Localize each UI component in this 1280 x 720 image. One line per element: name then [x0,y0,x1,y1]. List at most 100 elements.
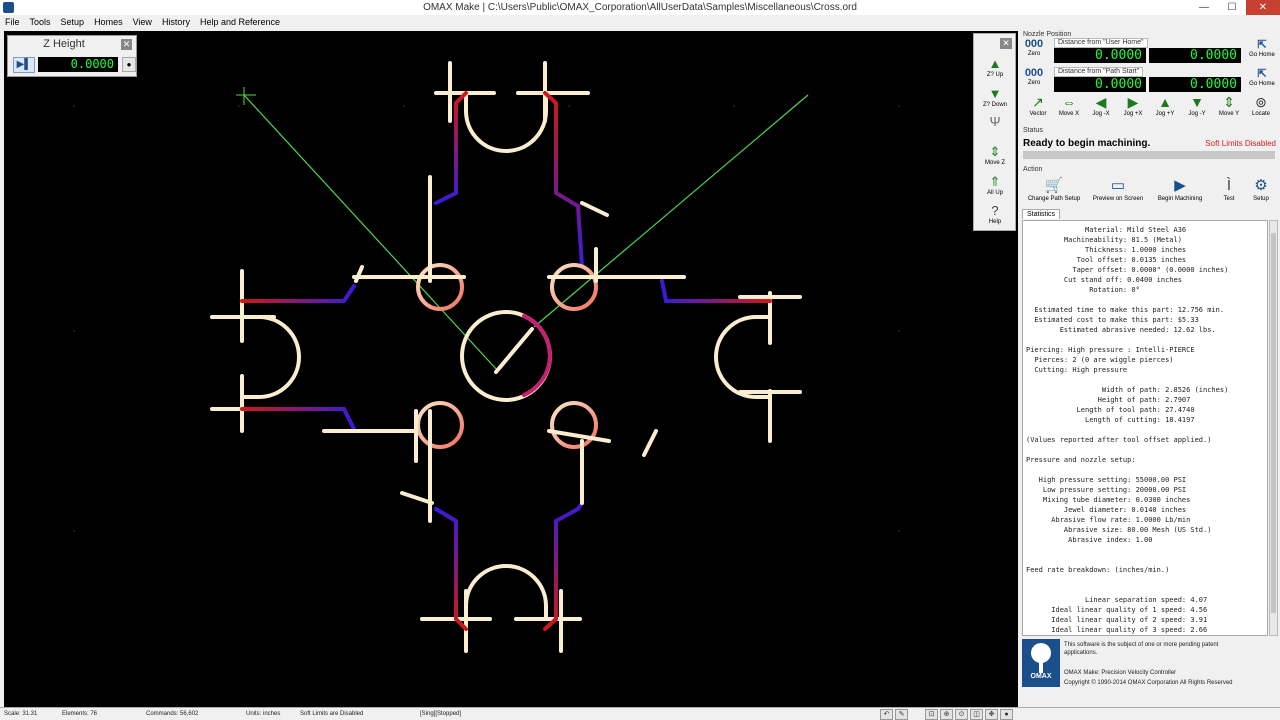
statistics-line [1026,295,1264,305]
statistics-line: Piercing: High pressure : Intelli-PIERCE [1026,346,1195,354]
statistics-line [1026,575,1264,585]
nozzle-position-title: Nozzle Position [1023,31,1072,38]
pan-icon[interactable]: ✥ [985,709,998,720]
go-start-icon: ⇱ [1257,68,1267,80]
tab-bar: Statistics [1022,209,1061,219]
z-more-button[interactable]: ● [122,57,136,72]
change-path-setup-button[interactable]: 🛒 Change Path Setup [1022,177,1086,205]
menu-setup[interactable]: Setup [56,15,90,29]
z-toolbar: ✕ ▲ Z? Up ▼ Z? Down Ψ ⇕ Move Z ⇑ All Up ? Hel… [973,33,1016,231]
zoom-icon[interactable]: ⊙ [955,709,968,720]
arrow-up-icon: ▲ [988,56,1002,71]
statistics-line: Ideal linear quality of 3 speed: 2.66 [1026,626,1208,634]
user-home-x-readout: 0.0000 [1054,48,1146,63]
app-icon [3,2,14,13]
vector-button[interactable]: ↗ Vector [1023,95,1053,120]
zero-user-home-button[interactable]: 000 Zero [1023,38,1045,60]
zoom-in-icon[interactable]: ⊕ [940,709,953,720]
minimize-button[interactable]: — [1190,0,1218,15]
menu-file[interactable]: File [0,15,25,29]
user-home-y-readout: 0.0000 [1149,48,1241,63]
preview-on-screen-button[interactable]: ▭ Preview on Screen [1086,177,1150,205]
pen-icon[interactable]: ✎ [895,709,908,720]
z-height-title: Z Height [43,38,85,50]
menu-homes[interactable]: Homes [89,15,128,29]
menu-tools[interactable]: Tools [25,15,56,29]
locate-button[interactable]: ⊚ Locate [1246,95,1276,120]
statistics-line [1026,555,1264,565]
status-title: Status [1023,127,1043,134]
test-icon: Ì [1226,177,1232,194]
statistics-line [1026,545,1264,555]
locate-icon: ⊚ [1255,94,1267,110]
arrow-left-icon: ◀ [1095,94,1107,110]
zero-path-start-button[interactable]: 000 Zero [1023,67,1045,89]
go-start-button[interactable]: ⇱ Go Home [1248,68,1276,90]
menu-history[interactable]: History [157,15,195,29]
move-z-button[interactable]: ⇕ Move Z [979,144,1011,170]
z-height-value: 0.0000 [38,57,118,72]
toolbar-close-icon[interactable]: ✕ [1000,38,1012,49]
status-bar: Scale: 31.31 Elements: 76 Commands: 56,6… [0,707,1280,720]
move-z-icon: ⇕ [989,144,1001,159]
path-start-x-readout: 0.0000 [1054,77,1146,92]
zoom-fit-icon[interactable]: ⊡ [925,709,938,720]
statistics-scrollbar[interactable] [1269,220,1278,636]
setup-button[interactable]: ⚙ Setup [1246,177,1276,205]
statistics-line: Mixing tube diameter: 0.0300 inches [1026,496,1191,504]
statistics-line [1026,375,1264,385]
jog-minus-y-button[interactable]: ▼ Jog -Y [1182,95,1212,120]
zoom-extents-icon[interactable]: ◫ [970,709,983,720]
statistics-line: Estimated abrasive needed: 12.62 lbs. [1026,326,1216,334]
statistics-line: Tool offset: 0.0135 inches [1026,256,1187,264]
help-button[interactable]: ? Help [979,203,1011,229]
statistics-line: Material: Mild Steel A36 [1026,226,1187,234]
user-home-label: Distance from "User Home" [1054,38,1148,48]
play-icon: ▶ [1174,177,1186,194]
statistics-line: Pierces: 2 (0 are wiggle pierces) [1026,356,1174,364]
statistics-line: Ideal linear quality of 2 speed: 3.91 [1026,616,1208,624]
z-panel-close-icon[interactable]: ✕ [121,39,132,50]
z-down-button[interactable]: ▼ Z? Down [979,86,1011,112]
close-button[interactable]: ✕ [1246,0,1280,15]
move-y-button[interactable]: ⇕ Move Y [1214,95,1244,120]
z-jog-button[interactable]: ▶▌ [13,57,35,73]
soft-limits-indicator: Soft Limits Disabled [1205,139,1276,148]
jog-plus-x-button[interactable]: ▶ Jog +X [1118,95,1148,120]
jog-plus-y-button[interactable]: ▲ Jog +Y [1150,95,1180,120]
statistics-line: Abrasive index: 1.00 [1026,536,1153,544]
statistics-line: Feed rate breakdown: (inches/min.) [1026,566,1170,574]
cart-icon: 🛒 [1044,177,1064,194]
arrow-down-icon: ▼ [988,86,1002,101]
test-button[interactable]: Ì Test [1214,177,1244,205]
statistics-line: Machineability: 81.5 (Metal) [1026,236,1182,244]
move-x-button[interactable]: ⇔ Move X [1054,95,1084,120]
z-up-button[interactable]: ▲ Z? Up [979,56,1011,82]
mode-status: [Sing][Stopped] [420,711,462,717]
statistics-line: (Values reported after tool offset appli… [1026,436,1212,444]
nozzle-button[interactable]: Ψ [979,114,1011,140]
scrollbar-thumb[interactable] [1271,233,1276,613]
statistics-line: Width of path: 2.8526 (inches) [1026,386,1229,394]
statistics-line: Rotation: 0° [1026,286,1140,294]
maximize-button[interactable]: ☐ [1218,0,1246,15]
toolpath-canvas[interactable] [4,31,1018,707]
undo-icon[interactable]: ↶ [880,709,893,720]
product-name: OMAX Make: Precision Velocity Controller [1064,670,1177,676]
soft-limits-status: Soft Limits are Disabled [300,711,364,717]
jog-minus-x-button[interactable]: ◀ Jog -X [1086,95,1116,120]
statistics-line: Linear separation speed: 4.07 [1026,596,1208,604]
settings-icon[interactable]: ● [1000,709,1013,720]
statistics-line: Length of cutting: 18.4197 [1026,416,1195,424]
statistics-line: Pressure and nozzle setup: [1026,456,1136,464]
statistics-line: Length of tool path: 27.4740 [1026,406,1195,414]
go-home-button[interactable]: ⇱ Go Home [1248,39,1276,61]
all-up-button[interactable]: ⇑ All Up [979,174,1011,200]
statistics-line: Thickness: 1.0000 inches [1026,246,1187,254]
begin-machining-button[interactable]: ▶ Begin Machining [1150,177,1210,205]
menu-help-reference[interactable]: Help and Reference [195,15,285,29]
tab-statistics[interactable]: Statistics [1022,209,1061,219]
elements-readout: Elements: 76 [62,711,98,717]
menu-view[interactable]: View [128,15,157,29]
zero-icon: 000 [1024,67,1044,79]
